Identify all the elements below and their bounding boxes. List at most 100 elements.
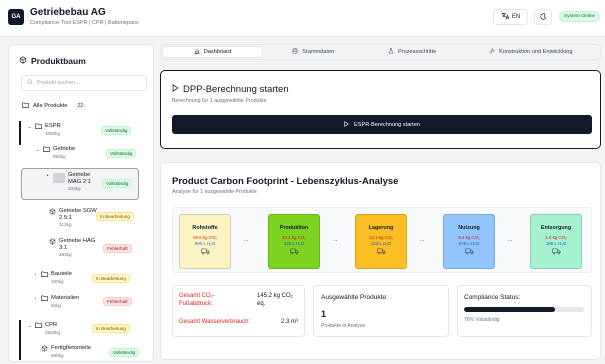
phase-co2: 39.5 kg CO₂ <box>193 235 217 240</box>
tree-item-name: Getriebe MAG 2:1 <box>68 172 91 185</box>
product-count-badge: 22 <box>74 102 87 110</box>
all-products-item[interactable]: Alle Produkte 22 <box>22 102 87 110</box>
truck-icon <box>356 248 406 255</box>
tree-item-getriebe[interactable]: ⌄ Getriebe 850kg <box>35 146 75 159</box>
tree-item-name: Bauteile <box>51 271 72 277</box>
search-placeholder: Produkt suchen... <box>37 80 80 86</box>
tab-stammdaten[interactable]: Stammdaten <box>264 45 363 59</box>
pcf-card: Product Carbon Footprint - Lebenszyklus-… <box>160 162 601 360</box>
phase-co2: 1.0 kg CO₂ <box>545 235 567 240</box>
language-button[interactable]: EN <box>493 9 528 25</box>
phase-water: 420 L H₂O <box>283 241 305 246</box>
dpp-subtitle: Berechnung für 1 ausgewählte Produkte <box>172 98 267 104</box>
app-subtitle: Compliance-Tool ESPR | CPR | Batteriepas… <box>30 20 139 26</box>
water-label: Gesamt Wasserverbrauch: <box>179 319 251 325</box>
tree-item-name: Getriebe SGW 2.5:1 <box>59 208 97 221</box>
tree-item-espr[interactable]: ⌄ ESPR 1052kg <box>27 123 61 136</box>
tree-item-name: ESPR <box>45 123 61 129</box>
truck-icon <box>444 248 494 255</box>
compliance-text: 76% Vollständig <box>464 317 500 323</box>
product-tree-sidebar: Produktbaum Produkt suchen... Alle Produ… <box>8 44 154 362</box>
system-status-badge: System Online <box>559 11 601 22</box>
tree-item-fertigbetonteile[interactable]: Fertigbetonteile 890kg <box>41 345 91 358</box>
database-icon <box>292 48 298 56</box>
cube-icon <box>49 208 56 215</box>
tree-item-mag[interactable]: • Getriebe MAG 2:1 233kg <box>45 172 102 191</box>
company-name: Getriebebau AG <box>30 7 106 18</box>
tree-item-weight: 233kg <box>68 186 81 192</box>
status-badge: Vollständig <box>101 126 132 135</box>
app-header: GA Getriebebau AG Compliance-Tool ESPR |… <box>0 0 605 37</box>
phase-water: 123 L H₂O <box>370 241 392 246</box>
flask-icon <box>388 48 394 56</box>
tree-item-weight: 890kg <box>51 352 64 358</box>
tab-dashboard[interactable]: Dashboard <box>162 46 263 58</box>
tree-item-hag[interactable]: Getriebe HAG 3:1 283kg <box>49 238 99 257</box>
water-value: 2.3 m³ <box>281 319 299 325</box>
selected-products-value: 1 <box>321 309 327 319</box>
status-badge: Vollständig <box>109 348 140 357</box>
truck-icon <box>531 248 581 255</box>
chart-icon <box>194 48 200 56</box>
folder-icon <box>22 102 29 110</box>
dot-icon: • <box>46 173 49 179</box>
tree-item-weight: 52kg <box>51 302 61 308</box>
language-label: EN <box>511 14 521 20</box>
chevron-down-icon: ⌄ <box>35 147 40 153</box>
product-search-input[interactable]: Produkt suchen... <box>21 75 147 91</box>
arrow-right-icon: → <box>331 235 339 244</box>
search-icon <box>27 79 33 87</box>
status-badge: Vollständig <box>106 149 137 158</box>
selected-products-box: Ausgewählte Produkte: 1 Produkte in Anal… <box>313 285 449 337</box>
compliance-status-box: Compliance Status: 76% Vollständig <box>457 285 592 337</box>
pcf-subtitle: Analyse für 1 ausgewählte Produkte <box>172 189 257 195</box>
phase-rohstoffe[interactable]: Rohstoffe 39.5 kg CO₂ 890 L H₂O <box>179 214 231 269</box>
pcf-title: Product Carbon Footprint - Lebenszyklus-… <box>172 176 399 187</box>
start-espr-calculation-button[interactable]: ESPR-Berechnung starten <box>172 115 592 134</box>
phase-entsorgung[interactable]: Entsorgung 1.0 kg CO₂ 185 L H₂O <box>530 214 582 269</box>
theme-toggle-button[interactable] <box>534 9 552 25</box>
tree-item-weight: 150kg <box>51 278 64 284</box>
cube-icon <box>49 238 56 245</box>
tree-item-weight: 2840kg <box>45 329 61 335</box>
status-badge: Fehlerhaft <box>103 244 132 253</box>
phase-co2: 12.1 kg CO₂ <box>369 235 393 240</box>
phase-lagerung[interactable]: Lagerung 12.1 kg CO₂ 123 L H₂O <box>355 214 407 269</box>
lifecycle-phases: Rohstoffe 39.5 kg CO₂ 890 L H₂O → Produk… <box>172 207 592 273</box>
status-badge: Vollständig <box>102 179 133 188</box>
phase-nutzung[interactable]: Nutzung 8.4 kg CO₂ 678 L H₂O <box>443 214 495 269</box>
phase-water: 890 L H₂O <box>194 241 216 246</box>
tree-item-materialien[interactable]: › Materialien 52kg <box>33 295 80 308</box>
phase-produktion[interactable]: Produktion 34.2 kg CO₂ 420 L H₂O <box>268 214 320 269</box>
play-icon <box>344 120 349 129</box>
folder-icon <box>41 271 48 277</box>
all-products-label: Alle Produkte <box>33 103 68 109</box>
compliance-progress-fill <box>464 307 556 312</box>
play-icon <box>172 84 179 95</box>
truck-icon <box>269 248 319 255</box>
folder-icon <box>43 146 50 152</box>
tree-item-bauteile[interactable]: › Bauteile 150kg <box>33 271 72 284</box>
arrow-right-icon: → <box>506 235 514 244</box>
chevron-down-icon: ⌄ <box>27 323 32 329</box>
tree-item-cpr[interactable]: ⌄ CPR 2840kg <box>27 322 60 335</box>
tree-item-weight: 312kg <box>59 222 72 228</box>
tab-prozessschritte[interactable]: Prozessschritte <box>363 45 462 59</box>
tree-item-weight: 283kg <box>59 252 72 258</box>
status-badge: In Bearbeitung <box>92 274 130 283</box>
tree-item-name: Fertigbetonteile <box>51 345 91 351</box>
phase-water: 678 L H₂O <box>458 241 480 246</box>
status-badge: In Bearbeitung <box>92 324 130 333</box>
product-thumbnail <box>53 173 65 183</box>
tree-item-weight: 850kg <box>53 153 66 159</box>
wrench-icon <box>489 48 495 56</box>
compliance-label: Compliance Status: <box>464 294 521 301</box>
dpp-title: DPP-Berechnung starten <box>172 84 289 95</box>
tree-item-name: Materialien <box>51 295 80 301</box>
tab-konstruktion[interactable]: Konstruktion und Entwicklung <box>462 45 600 59</box>
translate-icon <box>501 12 510 22</box>
arrow-right-icon: → <box>242 235 250 244</box>
truck-icon <box>180 248 230 255</box>
cube-icon <box>19 56 27 66</box>
tree-item-sgw[interactable]: Getriebe SGW 2.5:1 312kg <box>49 208 99 227</box>
